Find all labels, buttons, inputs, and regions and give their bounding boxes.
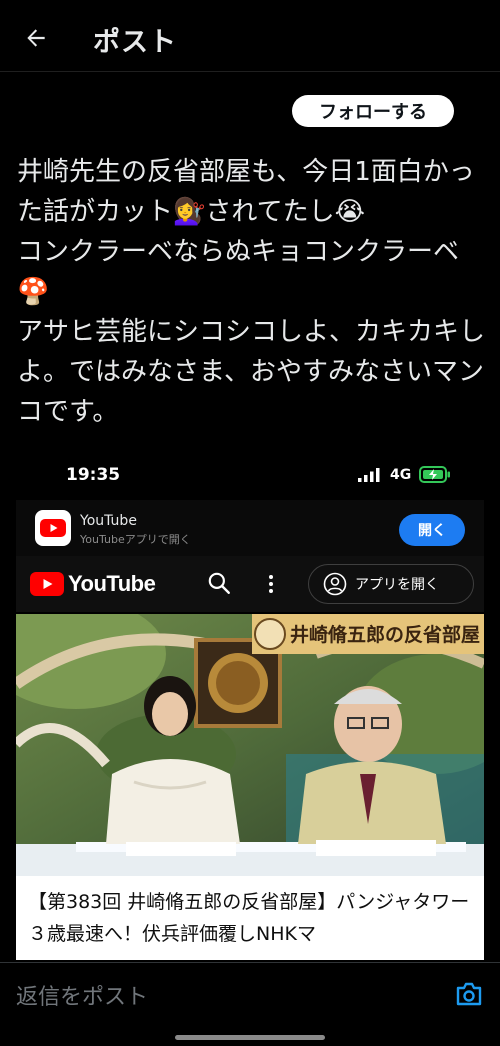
- more-vert-icon[interactable]: [266, 572, 276, 596]
- open-in-app-button[interactable]: 開く: [399, 514, 465, 546]
- app-open-banner: YouTube YouTubeアプリで開く 開く: [16, 500, 484, 556]
- open-app-button[interactable]: アプリを開く: [308, 564, 474, 604]
- network-type: 4G: [390, 467, 412, 483]
- youtube-app-icon: [35, 510, 71, 546]
- camera-icon[interactable]: [455, 981, 483, 1007]
- home-indicator: [175, 1035, 325, 1040]
- search-icon[interactable]: [206, 570, 232, 596]
- youtube-logo: YouTube: [30, 571, 156, 597]
- account-icon: [323, 572, 347, 596]
- banner-app-name: YouTube: [80, 513, 137, 529]
- post-image[interactable]: 19:35 4G YouTube YouTubeアプリで開く 開く YouTub…: [16, 448, 484, 960]
- video-title-area[interactable]: 【第383回 井崎脩五郎の反省部屋】パンジャタワー ３歳最速へ！伏兵評価覆しNH…: [16, 876, 484, 960]
- video-thumbnail[interactable]: 井崎脩五郎の反省部屋: [16, 614, 484, 876]
- follow-button[interactable]: フォローする: [292, 95, 454, 127]
- youtube-top-bar: YouTube アプリを開く: [16, 556, 484, 612]
- banner-subtitle: YouTubeアプリで開く: [80, 533, 191, 546]
- video-title: 【第383回 井崎脩五郎の反省部屋】パンジャタワー ３歳最速へ！伏兵評価覆しNH…: [28, 891, 476, 945]
- reply-composer: 返信をポスト: [0, 962, 500, 1028]
- status-time: 19:35: [66, 465, 121, 485]
- thumbnail-scene: [16, 614, 484, 876]
- youtube-logo-text: YouTube: [68, 571, 156, 596]
- top-bar: ポスト: [0, 0, 500, 72]
- back-arrow-icon: [27, 29, 45, 47]
- status-bar: 19:35 4G: [16, 448, 484, 508]
- battery-icon: [419, 466, 450, 483]
- thumbnail-caption: 井崎脩五郎の反省部屋: [290, 624, 480, 646]
- reply-input[interactable]: 返信をポスト: [16, 979, 436, 1011]
- page-title: ポスト: [93, 27, 177, 58]
- post-text: 井崎先生の反省部屋も、今日1面白かった話がカット💇‍♀️されてたし😭 コンクラー…: [17, 157, 486, 427]
- signal-icon: [358, 468, 380, 482]
- youtube-logo-icon: [30, 572, 64, 596]
- back-button[interactable]: [18, 20, 54, 56]
- open-app-label: アプリを開く: [355, 577, 439, 593]
